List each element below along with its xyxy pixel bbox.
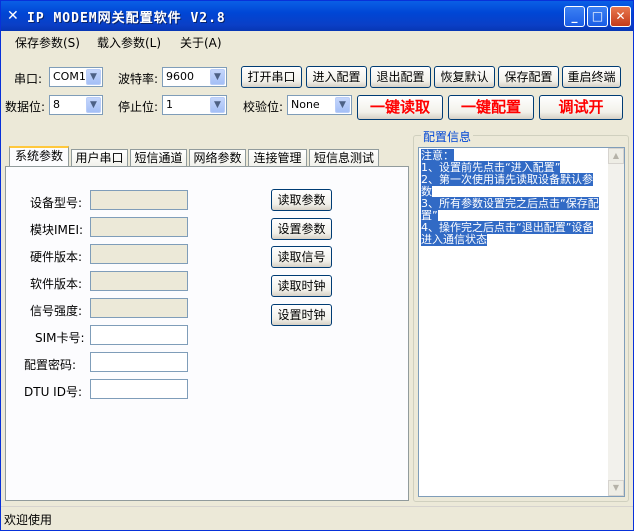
close-button[interactable]: ✕ xyxy=(610,6,631,27)
read-params-button[interactable]: 读取参数 xyxy=(271,189,332,211)
dtu-id-label: DTU ID号: xyxy=(24,385,82,399)
parity-label: 校验位: xyxy=(243,100,284,114)
chevron-down-icon[interactable]: ▼ xyxy=(335,97,350,113)
read-signal-button[interactable]: 读取信号 xyxy=(271,246,332,268)
device-model-field xyxy=(90,190,188,210)
status-text: 欢迎使用 xyxy=(4,513,53,527)
stopbits-value: 1 xyxy=(166,98,173,111)
config-password-field[interactable] xyxy=(90,352,188,372)
signal-strength-field xyxy=(90,298,188,318)
hardware-version-field xyxy=(90,244,188,264)
window-title: IP MODEM网关配置软件 V2.8 xyxy=(27,11,226,26)
chevron-down-icon[interactable]: ▼ xyxy=(86,97,101,113)
baud-label: 波特率: xyxy=(118,72,159,86)
scroll-up-icon[interactable]: ▲ xyxy=(608,148,624,164)
minimize-icon: _ xyxy=(571,9,578,23)
open-port-button[interactable]: 打开串口 xyxy=(241,66,302,88)
software-version-label: 软件版本: xyxy=(30,277,83,291)
baud-select[interactable]: 9600 ▼ xyxy=(162,67,227,87)
scroll-down-icon[interactable]: ▼ xyxy=(608,480,624,496)
databits-value: 8 xyxy=(53,98,60,111)
status-bar: 欢迎使用 xyxy=(1,506,633,530)
maximize-button[interactable]: □ xyxy=(587,6,608,27)
minimize-button[interactable]: _ xyxy=(564,6,585,27)
databits-select[interactable]: 8 ▼ xyxy=(49,95,103,115)
chevron-down-icon[interactable]: ▼ xyxy=(86,69,101,85)
info-line: 4、操作完之后点击“退出配置”设备进入通信状态 xyxy=(421,221,594,246)
tab-user-serial[interactable]: 用户串口 xyxy=(71,149,128,167)
tab-connection-mgmt[interactable]: 连接管理 xyxy=(248,149,307,167)
tab-sms-channel[interactable]: 短信通道 xyxy=(130,149,187,167)
software-version-field xyxy=(90,271,188,291)
chevron-down-icon[interactable]: ▼ xyxy=(210,69,225,85)
config-password-label: 配置密码: xyxy=(24,358,77,372)
close-icon: ✕ xyxy=(615,9,626,23)
menu-load-params[interactable]: 载入参数(L) xyxy=(97,34,161,51)
debug-toggle-button[interactable]: 调试开 xyxy=(539,95,623,120)
sim-number-label: SIM卡号: xyxy=(35,331,85,345)
module-imei-label: 模块IMEI: xyxy=(30,223,84,237)
maximize-icon: □ xyxy=(591,9,604,23)
config-info-title: 配置信息 xyxy=(421,128,474,145)
parity-select[interactable]: None ▼ xyxy=(287,95,352,115)
device-model-label: 设备型号: xyxy=(30,196,83,210)
save-config-button[interactable]: 保存配置 xyxy=(498,66,559,88)
tab-sms-test[interactable]: 短信息测试 xyxy=(309,149,379,167)
module-imei-field xyxy=(90,217,188,237)
menu-save-params[interactable]: 保存参数(S) xyxy=(15,34,80,51)
enter-config-button[interactable]: 进入配置 xyxy=(306,66,367,88)
menu-bar: 保存参数(S) 载入参数(L) 关于(A) xyxy=(1,31,633,51)
port-select[interactable]: COM11 ▼ xyxy=(49,67,103,87)
config-info-textarea[interactable]: 注意： 1、设置前先点击“进入配置” 2、第一次使用请先读取设备默认参数 3、所… xyxy=(418,147,625,497)
baud-value: 9600 xyxy=(166,70,194,83)
parity-value: None xyxy=(291,98,320,111)
read-clock-button[interactable]: 读取时钟 xyxy=(271,275,332,297)
info-line: 3、所有参数设置完之后点击“保存配置” xyxy=(421,197,599,222)
one-key-config-button[interactable]: 一键配置 xyxy=(448,95,534,120)
chevron-down-icon[interactable]: ▼ xyxy=(210,97,225,113)
databits-label: 数据位: xyxy=(5,100,46,114)
sim-number-field[interactable] xyxy=(90,325,188,345)
hardware-version-label: 硬件版本: xyxy=(30,250,83,264)
stopbits-label: 停止位: xyxy=(118,100,159,114)
one-key-read-button[interactable]: 一键读取 xyxy=(357,95,443,120)
info-line: 2、第一次使用请先读取设备默认参数 xyxy=(421,173,593,198)
tools-icon: ✕ xyxy=(7,8,19,24)
stopbits-select[interactable]: 1 ▼ xyxy=(162,95,227,115)
signal-strength-label: 信号强度: xyxy=(30,304,83,318)
set-clock-button[interactable]: 设置时钟 xyxy=(271,304,332,326)
exit-config-button[interactable]: 退出配置 xyxy=(370,66,431,88)
port-label: 串口: xyxy=(14,72,43,86)
info-scrollbar[interactable]: ▲ ▼ xyxy=(608,148,624,496)
title-bar[interactable]: ✕ IP MODEM网关配置软件 V2.8 _ □ ✕ xyxy=(1,1,633,31)
tab-network-params[interactable]: 网络参数 xyxy=(189,149,246,167)
dtu-id-field[interactable] xyxy=(90,379,188,399)
menu-about[interactable]: 关于(A) xyxy=(180,34,222,51)
restore-default-button[interactable]: 恢复默认 xyxy=(434,66,495,88)
main-window: ✕ IP MODEM网关配置软件 V2.8 _ □ ✕ 保存参数(S) 载入参数… xyxy=(0,0,634,531)
restart-button[interactable]: 重启终端 xyxy=(562,66,621,88)
set-params-button[interactable]: 设置参数 xyxy=(271,218,332,240)
tab-system-params[interactable]: 系统参数 xyxy=(9,146,69,167)
config-info-text: 注意： 1、设置前先点击“进入配置” 2、第一次使用请先读取设备默认参数 3、所… xyxy=(421,149,601,246)
